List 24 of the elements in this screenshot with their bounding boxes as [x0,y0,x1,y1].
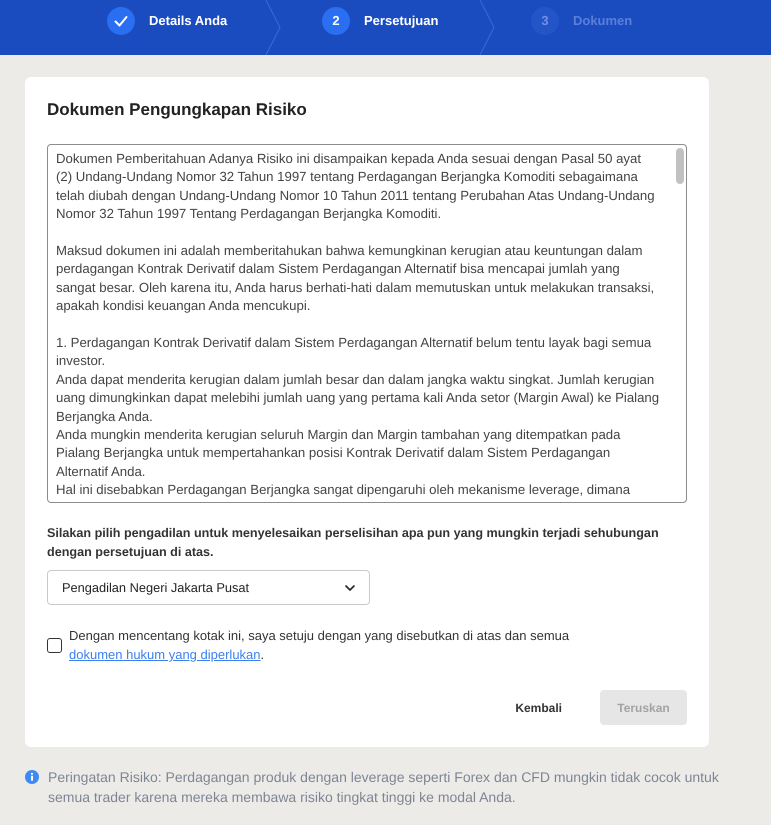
chevron-separator-icon [479,0,495,55]
document-paragraph: Maksud dokumen ini adalah memberitahukan bahwa kemungkinan kerugian atau keuntungan dalam perdagangan Kontrak Derivatif dalam Sistem Perdagangan Alternatif bisa mencapai jumlah yang sangat besar. Oleh karena itu, Anda harus berhati-hati dalam memutuskan untuk melakukan transaksi, apakah kondisi keuangan Anda mencukupi. [56,242,656,316]
scrollbar-thumb[interactable] [676,148,684,184]
document-paragraph: Anda dapat menderita kerugian dalam jumlah besar dan dalam jangka waktu singkat. Jumlah kerugian uang dimungkinkan dapat melebihi jumlah uang yang pertama kali Anda setor (Margin Awal) ke Pialang Berjangka Anda. [56,370,660,426]
step-label[interactable]: Persetujuan [364,11,438,31]
document-paragraph: Hal ini disebabkan Perdagangan Berjangka sangat dipengaruhi oleh mekanisme leverage, dimana [56,481,632,500]
check-circle-icon[interactable] [107,7,135,35]
court-dropdown[interactable]: Pengadilan Negeri Jakarta Pusat [47,570,370,605]
step-label[interactable]: Details Anda [149,11,228,31]
risk-warning-text: Peringatan Risiko: Perdagangan produk dengan leverage seperti Forex dan CFD mungkin tidak cocok untuk semua trader karena mereka membawa risiko tingkat tinggi ke modal Anda. [48,768,720,807]
document-paragraph: Dokumen Pemberitahuan Adanya Risiko ini disampaikan kepada Anda sesuai dengan Pasal 50 ayat (2) Undang-Undang Nomor 32 Tahun 1997 tentang Perdagangan Berjangka Komoditi sebagaimana telah diubah dengan Undang-Undang Nomor 10 Tahun 2011 tentang Perubahan Atas Undang-Undang Nomor 32 Tahun 1997 Tentang Perdagangan Berjangka Komoditi. [56,150,656,224]
chevron-down-icon [345,584,355,590]
step-number[interactable]: 2 [322,7,350,35]
document-paragraph: 1. Perdagangan Kontrak Derivatif dalam Sistem Perdagangan Alternatif belum tentu layak bagi semua investor. [56,334,652,370]
chevron-separator-icon [265,0,281,55]
agreement-checkbox[interactable] [47,638,62,652]
info-icon [25,770,39,784]
agreement-text: Dengan mencentang kotak ini, saya setuju dengan yang disebutkan di atas dan semua dokumen hukum yang diperlukan. [69,627,570,664]
card-title: Dokumen Pengungkapan Risiko [47,99,308,121]
legal-documents-link[interactable]: dokumen hukum yang diperlukan [69,647,261,662]
back-button[interactable]: Kembali [499,690,578,725]
document-paragraph: Anda mungkin menderita kerugian seluruh Margin dan Margin tambahan yang ditempatkan pada Pialang Berjangka untuk mempertahankan posisi Kontrak Derivatif dalam Sistem Perdagangan Alternatif Anda. [56,426,622,481]
court-prompt: Silakan pilih pengadilan untuk menyelesaikan perselisihan apa pun yang mungkin terjadi sehubungan dengan persetujuan di atas. [47,525,660,561]
document-text-box[interactable] [47,144,687,503]
